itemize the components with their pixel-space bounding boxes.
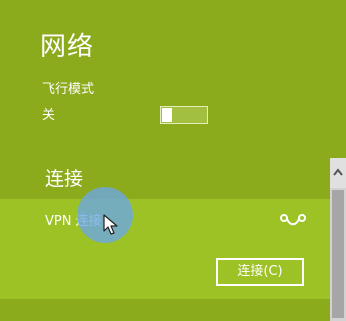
scrollbar[interactable] — [330, 158, 346, 321]
airplane-mode-toggle[interactable] — [160, 106, 208, 124]
toggle-thumb — [162, 108, 172, 122]
mouse-pointer-icon — [103, 214, 118, 235]
panel-title: 网络 — [40, 32, 95, 62]
scrollbar-thumb[interactable] — [332, 190, 344, 318]
network-flyout: 网络 飞行模式 关 连接 VPN 连接 连接(C) — [0, 0, 346, 321]
scroll-up-button[interactable] — [330, 158, 346, 188]
connect-button[interactable]: 连接(C) — [216, 258, 304, 286]
vpn-connection-item[interactable]: VPN 连接 连接(C) — [0, 199, 330, 299]
airplane-mode-state: 关 — [42, 108, 56, 123]
vpn-icon — [280, 214, 306, 226]
airplane-mode-label: 飞行模式 — [42, 82, 95, 97]
chevron-up-icon — [333, 168, 343, 176]
panel-bottom-edge — [0, 299, 330, 321]
connections-heading: 连接 — [45, 168, 84, 190]
